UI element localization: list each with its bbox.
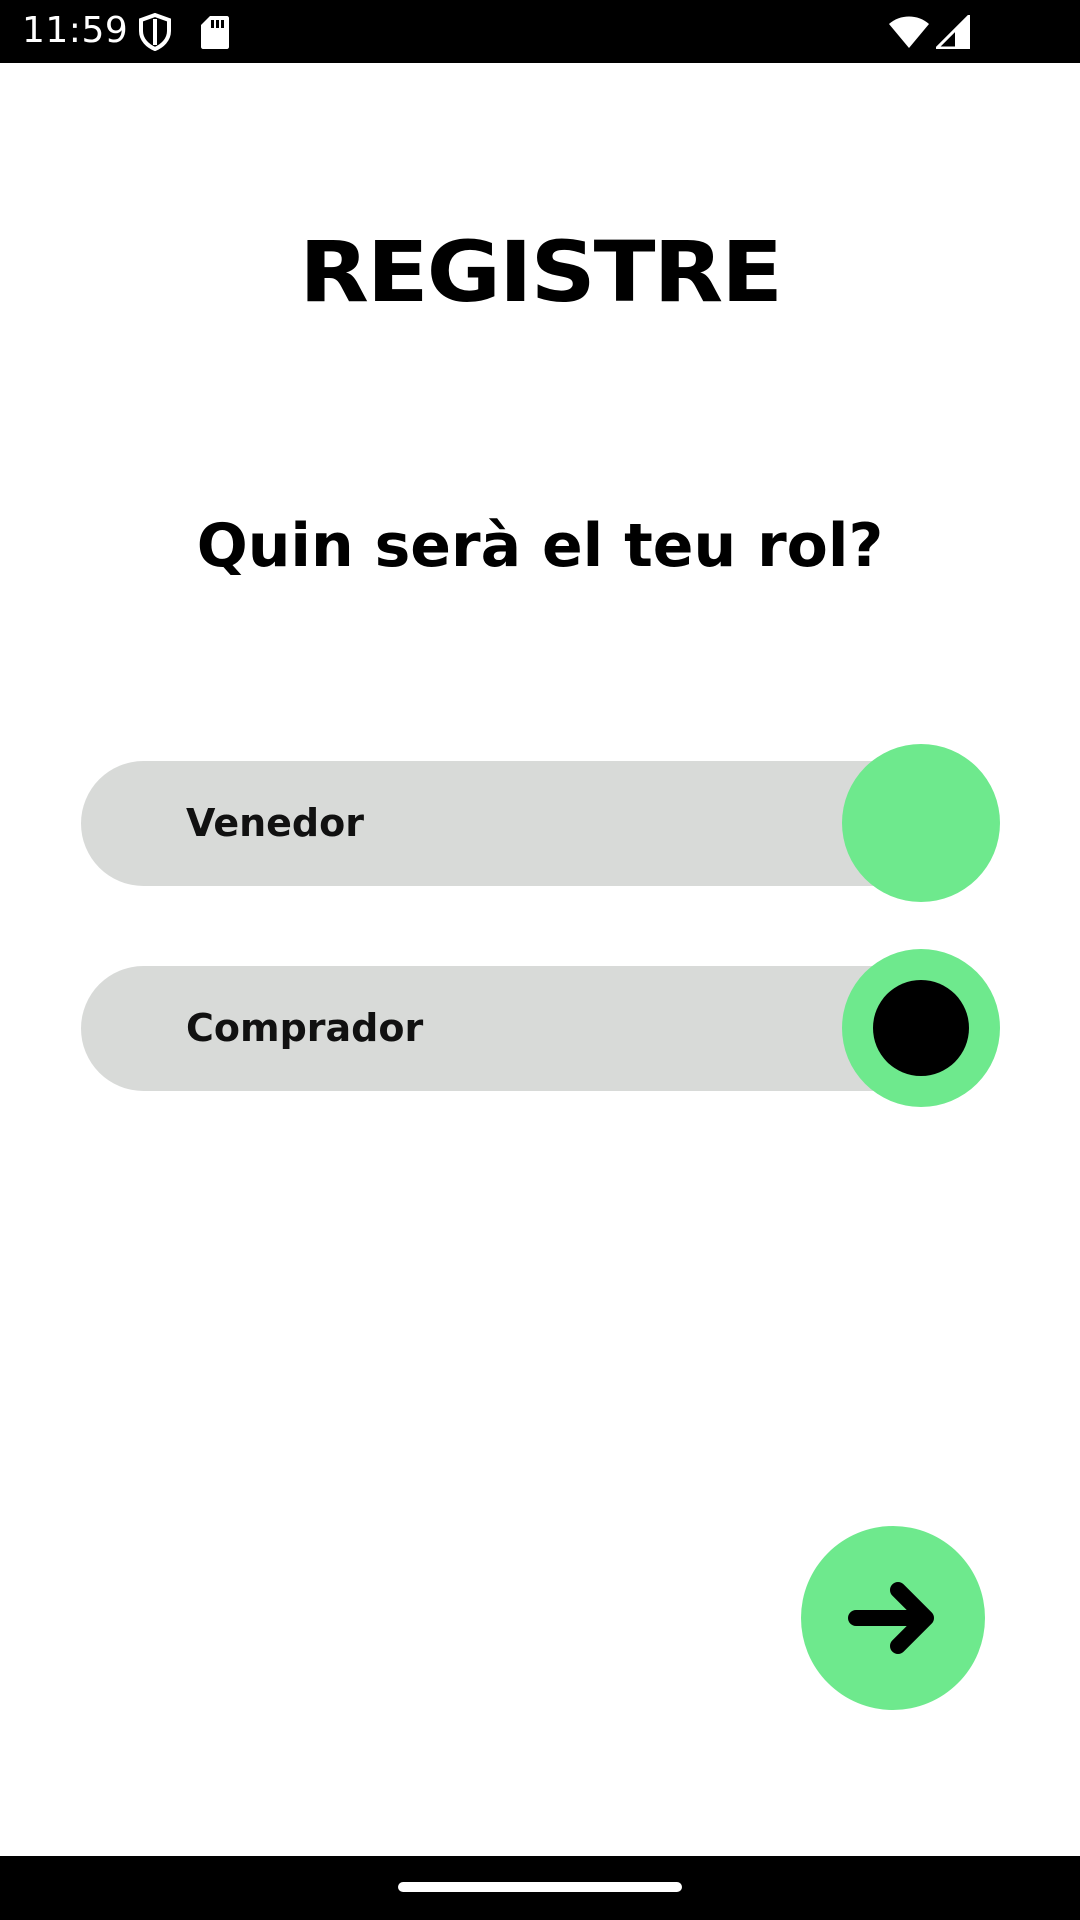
status-bar: 11:59 <box>0 0 1080 63</box>
home-indicator[interactable] <box>398 1882 682 1892</box>
wifi-icon <box>888 0 930 63</box>
page-title: REGISTRE <box>299 223 783 321</box>
role-option-label: Comprador <box>186 1006 424 1050</box>
radio-selected-dot <box>873 980 969 1076</box>
arrow-right-icon <box>848 1580 938 1656</box>
cell-signal-icon <box>936 0 970 63</box>
radio-comprador-selected[interactable] <box>842 949 1000 1107</box>
status-time: 11:59 <box>22 10 129 51</box>
radio-venedor-unselected[interactable] <box>842 744 1000 902</box>
next-button[interactable] <box>801 1526 985 1710</box>
role-option-label: Venedor <box>186 801 364 845</box>
role-question: Quin serà el teu rol? <box>196 511 884 581</box>
sd-card-icon <box>200 0 230 63</box>
shield-icon <box>138 0 172 63</box>
